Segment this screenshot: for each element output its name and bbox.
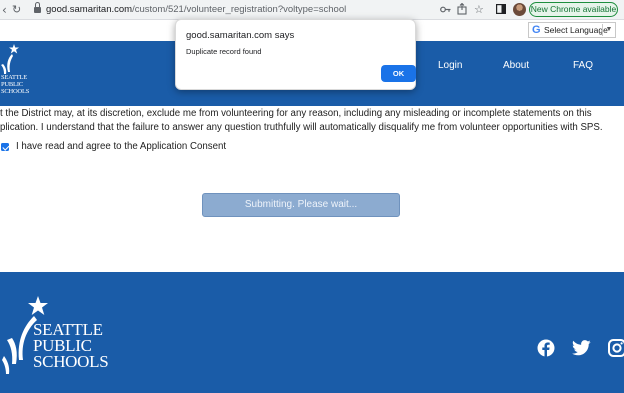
dropdown-arrow-icon[interactable]: ▼ (602, 24, 615, 36)
consent-line-1: t the District may, at its discretion, e… (0, 108, 592, 119)
consent-checkbox[interactable] (1, 143, 9, 151)
key-icon[interactable] (440, 4, 451, 15)
update-chrome-button[interactable]: New Chrome available (529, 2, 618, 17)
profile-avatar[interactable] (513, 3, 526, 16)
nav-faq[interactable]: FAQ (573, 60, 593, 71)
dialog-title: good.samaritan.com says (186, 30, 295, 41)
header-logo-line-3: SCHOOLS (1, 88, 30, 95)
browser-toolbar: ‹ ↻ good.samaritan.com/custom/521/volunt… (0, 0, 624, 20)
nav-about[interactable]: About (503, 60, 529, 71)
side-panel-icon[interactable] (496, 4, 506, 14)
reload-icon[interactable]: ↻ (12, 3, 21, 17)
header-logo-text: SEATTLE PUBLIC SCHOOLS (1, 74, 29, 95)
star-icon[interactable]: ☆ (474, 3, 484, 16)
alert-dialog: good.samaritan.com says Duplicate record… (175, 19, 416, 90)
share-icon[interactable] (457, 3, 467, 15)
url-path: /custom/521/volunteer_registration?volty… (132, 4, 347, 15)
lock-icon[interactable] (34, 2, 41, 13)
starburst-figure-icon (1, 44, 19, 74)
url-host: good.samaritan.com (46, 4, 133, 15)
consent-line-2: plication. I understand that the failure… (0, 122, 603, 133)
facebook-icon[interactable] (537, 339, 555, 357)
language-select[interactable]: G Select Language ▼ (528, 22, 616, 38)
submit-button[interactable]: Submitting. Please wait... (202, 193, 400, 217)
ok-button[interactable]: OK (381, 65, 416, 82)
instagram-icon[interactable] (608, 339, 624, 357)
nav-login[interactable]: Login (438, 60, 462, 71)
header-logo-line-1: SEATTLE (1, 74, 28, 81)
site-footer: SEATTLE PUBLIC SCHOOLS (0, 272, 624, 393)
header-logo-line-2: PUBLIC (1, 81, 23, 88)
header-logo[interactable]: SEATTLE PUBLIC SCHOOLS (0, 42, 29, 104)
url-text[interactable]: good.samaritan.com/custom/521/volunteer_… (46, 4, 346, 15)
back-icon[interactable]: ‹ (2, 3, 7, 17)
dialog-message: Duplicate record found (186, 47, 262, 56)
consent-checkbox-label[interactable]: I have read and agree to the Application… (16, 141, 226, 152)
footer-logo-text: SEATTLE PUBLIC SCHOOLS (33, 321, 109, 371)
language-select-label: Select Language (544, 25, 608, 35)
footer-logo-line-3: SCHOOLS (33, 352, 109, 371)
address-bar[interactable]: good.samaritan.com/custom/521/volunteer_… (28, 2, 510, 18)
google-g-icon: G (532, 24, 541, 36)
twitter-icon[interactable] (572, 339, 591, 357)
